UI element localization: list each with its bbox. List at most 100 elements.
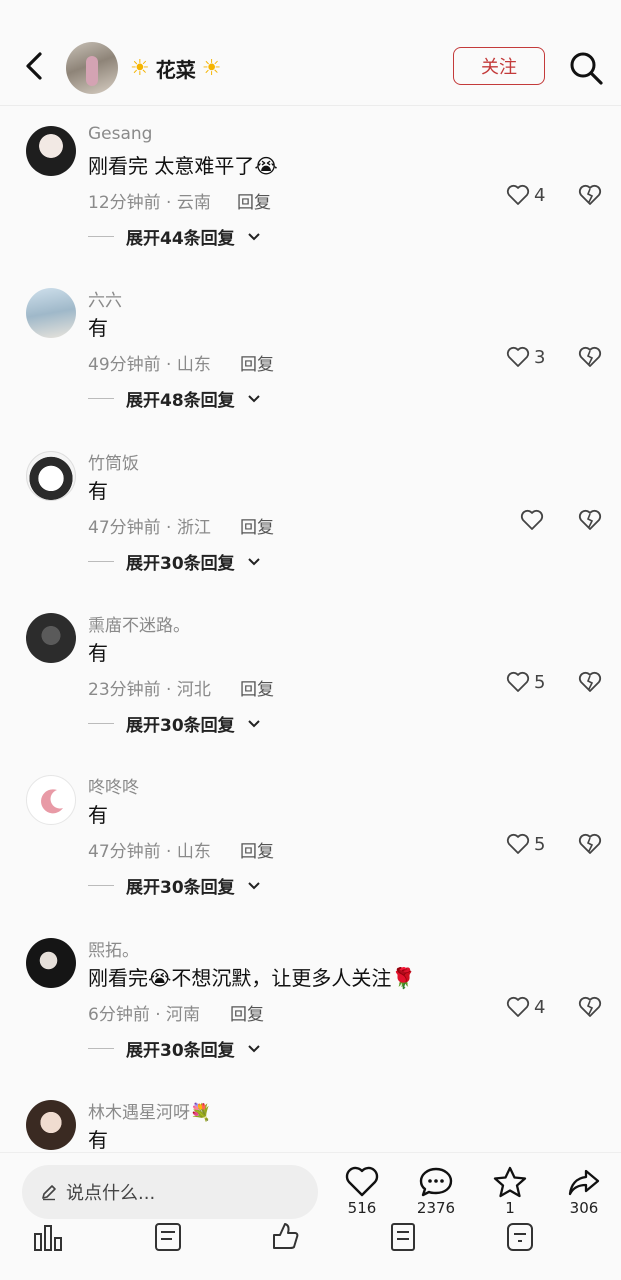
share-post-button[interactable]: 306 bbox=[554, 1165, 614, 1217]
reply-button[interactable]: 回复 bbox=[230, 1000, 264, 1025]
thumbs-icon[interactable] bbox=[268, 1220, 300, 1252]
divider-dash bbox=[88, 1048, 114, 1049]
like-button[interactable]: 4 bbox=[506, 996, 545, 1018]
comment-text: 刚看完😭不想沉默，让更多人关注🌹 bbox=[88, 966, 417, 990]
dislike-button[interactable] bbox=[578, 184, 602, 210]
reply-button[interactable]: 回复 bbox=[240, 837, 274, 862]
chat-bubble-icon bbox=[419, 1167, 453, 1197]
chevron-down-icon bbox=[247, 719, 260, 727]
heart-icon bbox=[506, 671, 530, 692]
box-icon[interactable] bbox=[504, 1220, 536, 1252]
comment-item: 林木遇星河呀💐 有 bbox=[0, 1094, 621, 1152]
comment-username[interactable]: Gesang bbox=[88, 124, 152, 144]
divider-dash bbox=[88, 723, 114, 724]
like-count: 4 bbox=[534, 184, 546, 206]
broken-heart-icon bbox=[578, 346, 602, 367]
heart-icon bbox=[506, 996, 530, 1017]
heart-icon bbox=[506, 184, 530, 205]
share-icon bbox=[568, 1169, 600, 1196]
broken-heart-icon bbox=[578, 996, 602, 1017]
expand-replies[interactable]: 展开30条回复 bbox=[88, 549, 261, 574]
comment-username[interactable]: 熏庿不迷路。 bbox=[88, 611, 190, 636]
comment-time-location: 47分钟前 · 浙江 bbox=[88, 518, 211, 538]
author-avatar[interactable] bbox=[66, 42, 118, 94]
user-avatar[interactable] bbox=[26, 775, 76, 825]
heart-icon bbox=[506, 346, 530, 367]
broken-heart-icon bbox=[578, 671, 602, 692]
expand-replies[interactable]: 展开30条回复 bbox=[88, 1036, 261, 1061]
dislike-button[interactable] bbox=[578, 509, 602, 535]
expand-replies[interactable]: 展开44条回复 bbox=[88, 224, 261, 249]
comment-post-button[interactable]: 2376 bbox=[406, 1165, 466, 1217]
comment-time-location: 49分钟前 · 山东 bbox=[88, 355, 211, 375]
expand-replies[interactable]: 展开30条回复 bbox=[88, 711, 261, 736]
user-avatar[interactable] bbox=[26, 288, 76, 338]
dislike-button[interactable] bbox=[578, 671, 602, 697]
like-count: 4 bbox=[534, 996, 546, 1018]
top-bar: ☀ 花菜 ☀ 关注 bbox=[0, 0, 621, 106]
search-button[interactable] bbox=[566, 48, 606, 88]
comment-item: Gesang 刚看完 太意难平了😭 12分钟前 · 云南 回复 4 展开44条回… bbox=[0, 120, 621, 282]
expand-replies-label: 展开30条回复 bbox=[126, 716, 235, 736]
like-post-button[interactable]: 516 bbox=[332, 1165, 392, 1217]
chevron-down-icon bbox=[247, 232, 260, 240]
reply-button[interactable]: 回复 bbox=[237, 188, 271, 213]
like-button[interactable]: 5 bbox=[506, 671, 545, 693]
heart-icon bbox=[506, 833, 530, 854]
comment-username[interactable]: 竹筒饭 bbox=[88, 449, 139, 474]
expand-replies[interactable]: 展开30条回复 bbox=[88, 873, 261, 898]
comment-item: 竹筒饭 有 47分钟前 · 浙江 回复 展开30条回复 bbox=[0, 445, 621, 607]
comment-time-location: 6分钟前 · 河南 bbox=[88, 1005, 201, 1025]
user-avatar[interactable] bbox=[26, 451, 76, 501]
like-button[interactable] bbox=[520, 509, 548, 531]
bottom-nav bbox=[0, 1214, 621, 1280]
document-icon[interactable] bbox=[152, 1220, 184, 1252]
list-icon[interactable] bbox=[388, 1220, 420, 1252]
like-button[interactable]: 4 bbox=[506, 184, 545, 206]
back-arrow-icon bbox=[26, 52, 42, 80]
like-button[interactable]: 5 bbox=[506, 833, 545, 855]
chart-icon[interactable] bbox=[32, 1220, 64, 1252]
expand-replies-label: 展开44条回复 bbox=[126, 229, 235, 249]
comment-username[interactable]: 煕拓。 bbox=[88, 936, 139, 961]
user-avatar[interactable] bbox=[26, 1100, 76, 1150]
user-avatar[interactable] bbox=[26, 938, 76, 988]
expand-replies-label: 展开48条回复 bbox=[126, 391, 235, 411]
user-avatar[interactable] bbox=[26, 613, 76, 663]
like-button[interactable]: 3 bbox=[506, 346, 545, 368]
like-count: 3 bbox=[534, 346, 546, 368]
comment-username[interactable]: 林木遇星河呀💐 bbox=[88, 1098, 211, 1123]
reply-button[interactable]: 回复 bbox=[240, 350, 274, 375]
heart-icon bbox=[520, 509, 544, 530]
dislike-button[interactable] bbox=[578, 833, 602, 859]
comment-item: 煕拓。 刚看完😭不想沉默，让更多人关注🌹 6分钟前 · 河南 回复 4 展开30… bbox=[0, 932, 621, 1094]
reply-button[interactable]: 回复 bbox=[240, 675, 274, 700]
search-icon bbox=[570, 52, 603, 85]
author-name-row[interactable]: ☀ 花菜 ☀ bbox=[130, 52, 221, 84]
author-name: 花菜 bbox=[155, 57, 196, 82]
comment-username[interactable]: 咚咚咚 bbox=[88, 773, 139, 798]
user-avatar[interactable] bbox=[26, 126, 76, 176]
expand-replies-label: 展开30条回复 bbox=[126, 554, 235, 574]
back-button[interactable] bbox=[18, 44, 52, 88]
comment-text: 有 bbox=[88, 479, 108, 503]
comment-item: 熏庿不迷路。 有 23分钟前 · 河北 回复 5 展开30条回复 bbox=[0, 607, 621, 769]
dislike-button[interactable] bbox=[578, 346, 602, 372]
follow-button[interactable]: 关注 bbox=[453, 47, 545, 85]
divider-dash bbox=[88, 885, 114, 886]
pencil-icon bbox=[42, 1185, 56, 1201]
comment-text: 有 bbox=[88, 316, 108, 340]
comment-username[interactable]: 六六 bbox=[88, 286, 122, 311]
comment-text: 有 bbox=[88, 803, 108, 827]
reply-button[interactable]: 回复 bbox=[240, 513, 274, 538]
dislike-button[interactable] bbox=[578, 996, 602, 1022]
heart-icon bbox=[345, 1166, 379, 1197]
sun-emoji-left: ☀ bbox=[130, 55, 150, 81]
expand-replies[interactable]: 展开48条回复 bbox=[88, 386, 261, 411]
comment-input[interactable]: 说点什么... bbox=[22, 1165, 318, 1219]
comment-time-location: 12分钟前 · 云南 bbox=[88, 193, 211, 213]
comment-time-location: 47分钟前 · 山东 bbox=[88, 842, 211, 862]
divider-dash bbox=[88, 236, 114, 237]
comment-text: 有 bbox=[88, 641, 108, 665]
favorite-post-button[interactable]: 1 bbox=[480, 1165, 540, 1217]
